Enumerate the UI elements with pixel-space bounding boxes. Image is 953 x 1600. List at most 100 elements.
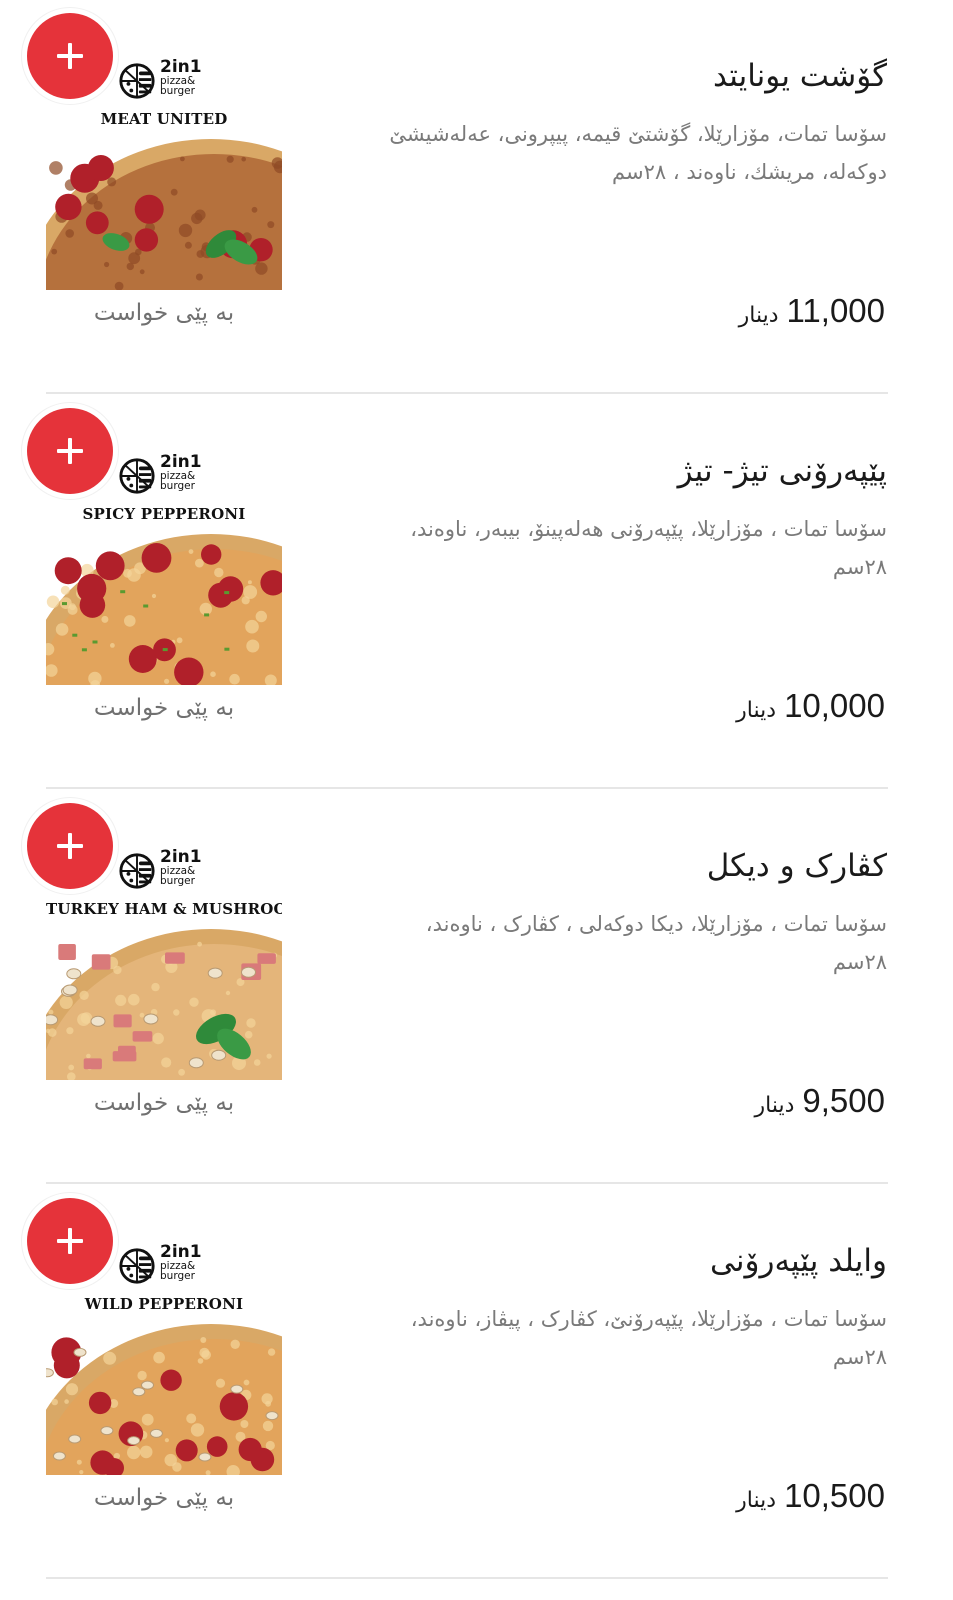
cheese-spot — [195, 273, 203, 281]
cheese-spot — [247, 580, 252, 585]
item-name: وایلد پێپەرۆنی — [710, 1243, 887, 1279]
mushroom-slice — [46, 1368, 54, 1378]
price-amount: 10,000 — [784, 687, 885, 724]
image-pizza-label: MEAT UNITED — [100, 110, 228, 128]
cheese-spot — [93, 200, 103, 210]
item-price: 10,000 دینار — [736, 687, 885, 725]
cheese-spot — [59, 995, 73, 1009]
cheese-spot — [200, 1337, 207, 1343]
cheese-spot — [49, 161, 63, 175]
cheese-spot — [251, 206, 258, 213]
add-button-circle — [27, 13, 113, 99]
pizza-photo — [46, 1324, 282, 1475]
pepperoni-slice — [206, 1436, 228, 1457]
brand-subtitle: pizza& burger — [160, 865, 196, 887]
cheese-spot — [266, 1053, 272, 1059]
mushroom-slice — [62, 984, 78, 996]
pepperoni-slice — [87, 155, 114, 181]
item-name: گۆشت یونایتد — [712, 58, 887, 94]
add-to-cart-button[interactable] — [22, 798, 118, 894]
menu-item[interactable]: 2in1 pizza& burger TURKEY HAM & MUSHROOM… — [0, 790, 953, 1185]
ham-piece — [113, 1014, 132, 1028]
pepperoni-slice — [175, 1439, 198, 1462]
price-currency: دینار — [736, 1488, 777, 1513]
cheese-spot — [210, 671, 216, 677]
cheese-spot — [215, 1378, 226, 1388]
cheese-spot — [48, 1009, 54, 1015]
pepper-bit — [224, 647, 230, 651]
brand-subtitle: pizza& burger — [160, 1260, 196, 1282]
cheese-spot — [201, 1350, 211, 1360]
pepperoni-slice — [238, 1437, 262, 1462]
brand-name: 2in1 — [160, 1242, 202, 1262]
menu-item[interactable]: 2in1 pizza& burger WILD PEPPERONI بە پێی… — [0, 1185, 953, 1580]
pepperoni-slice — [85, 211, 109, 235]
cheese-spot — [197, 1358, 204, 1364]
pepper-bit — [81, 648, 87, 652]
image-pizza-label: TURKEY HAM & MUSHROOMS — [46, 900, 282, 918]
cheese-spot — [197, 941, 203, 947]
customize-note[interactable]: بە پێی خواست — [46, 695, 282, 721]
mushroom-slice — [265, 1411, 279, 1421]
mushroom-slice — [141, 1380, 154, 1390]
menu-item[interactable]: 2in1 pizza& burger SPICY PEPPERONI بە پێ… — [0, 395, 953, 790]
cheese-spot — [164, 678, 170, 684]
pepperoni-slice — [217, 576, 244, 602]
brand-name: 2in1 — [160, 452, 202, 472]
add-to-cart-button[interactable] — [22, 403, 118, 499]
cheese-spot — [267, 1348, 276, 1356]
add-to-cart-button[interactable] — [22, 1193, 118, 1289]
ham-piece — [112, 1051, 137, 1062]
mushroom-slice — [188, 1057, 204, 1069]
mushroom-slice — [132, 1387, 146, 1397]
image-pizza-label: SPICY PEPPERONI — [82, 505, 246, 523]
cheese-spot — [194, 209, 206, 221]
item-divider — [46, 787, 888, 789]
cheese-spot — [178, 223, 193, 238]
cheese-spot — [253, 1059, 261, 1066]
cheese-spot — [64, 1399, 69, 1404]
cheese-spot — [80, 1012, 93, 1024]
cheese-spot — [178, 1068, 186, 1076]
item-description: سۆسا تمات ، مۆزارێلا، پێپەرۆنێ، کڤارک ، … — [410, 1307, 887, 1369]
item-divider — [46, 1577, 888, 1579]
brand-subtitle: pizza& burger — [160, 75, 196, 97]
cheese-spot — [51, 248, 58, 255]
plus-icon — [57, 833, 83, 859]
item-name: کڤارک و دیکل — [706, 848, 887, 884]
cheese-spot — [60, 585, 70, 595]
pizza-burger-logo-icon — [119, 853, 155, 889]
item-divider — [46, 1182, 888, 1184]
brand-name: 2in1 — [160, 847, 202, 867]
cheese-spot — [229, 673, 240, 685]
pepper-bit — [224, 591, 230, 595]
mushroom-slice — [207, 967, 223, 979]
item-divider — [46, 392, 888, 394]
add-to-cart-button[interactable] — [22, 8, 118, 104]
pepper-bit — [162, 648, 168, 652]
customize-note[interactable]: بە پێی خواست — [46, 300, 282, 326]
cheese-spot — [101, 615, 109, 623]
mushroom-slice — [149, 1428, 163, 1438]
cheese-spot — [225, 990, 231, 996]
customize-note[interactable]: بە پێی خواست — [46, 1090, 282, 1116]
price-amount: 11,000 — [786, 292, 885, 329]
cheese-spot — [137, 1370, 147, 1381]
pepperoni-slice — [95, 551, 125, 581]
item-price: 9,500 دینار — [755, 1082, 885, 1120]
image-pizza-label: WILD PEPPERONI — [84, 1295, 244, 1313]
pepperoni-slice — [55, 193, 82, 221]
ham-piece — [132, 1031, 153, 1042]
add-button-circle — [27, 408, 113, 494]
cheese-spot — [151, 593, 157, 599]
price-amount: 9,500 — [802, 1082, 885, 1119]
menu-item[interactable]: 2in1 pizza& burger MEAT UNITED بە پێی خو… — [0, 0, 953, 395]
mushroom-slice — [68, 1434, 82, 1444]
customize-note[interactable]: بە پێی خواست — [46, 1485, 282, 1511]
cheese-spot — [186, 1413, 197, 1424]
cheese-spot — [79, 1470, 84, 1475]
mushroom-slice — [66, 968, 82, 980]
cheese-spot — [244, 1030, 253, 1039]
brand-logo: 2in1 pizza& burger — [118, 847, 214, 894]
cheese-spot — [184, 241, 192, 249]
